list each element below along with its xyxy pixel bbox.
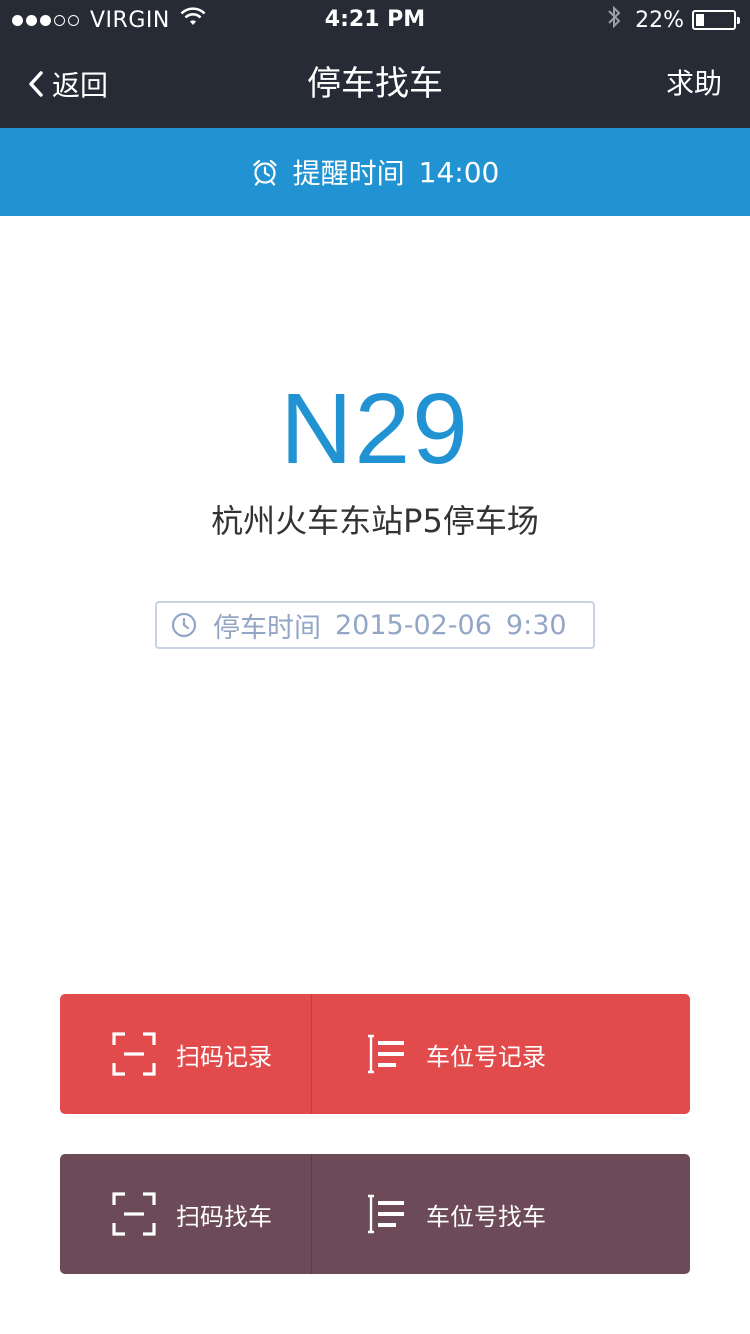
parking-spot-number: N29 [280, 373, 470, 485]
parking-time-label: 停车时间 [213, 612, 321, 644]
page-title: 停车找车 [307, 64, 443, 104]
reminder-label: 提醒时间 [292, 157, 405, 190]
battery-icon [692, 10, 740, 30]
alarm-clock-icon [251, 158, 279, 186]
scan-record-button[interactable]: 扫码记录 [60, 994, 311, 1114]
text-list-icon [364, 1193, 406, 1235]
clock-icon [171, 612, 197, 638]
spot-record-label: 车位号记录 [426, 1042, 546, 1071]
battery-percent: 22% [635, 7, 684, 33]
scan-icon [112, 1032, 156, 1076]
scan-find-label: 扫码找车 [176, 1202, 272, 1231]
nav-bar: 返回 停车找车 求助 [0, 40, 750, 128]
help-button[interactable]: 求助 [666, 40, 722, 128]
parking-lot-name: 杭州火车东站P5停车场 [211, 502, 539, 540]
reminder-bar[interactable]: 提醒时间 14:00 [0, 128, 750, 216]
spot-find-button[interactable]: 车位号找车 [312, 1154, 690, 1274]
bluetooth-icon [607, 5, 621, 35]
spot-find-label: 车位号找车 [426, 1202, 546, 1231]
scan-record-label: 扫码记录 [176, 1042, 272, 1071]
parking-time-badge: 停车时间 2015-02-06 9:30 [155, 601, 595, 649]
parking-date: 2015-02-06 [335, 609, 492, 641]
battery-area: 22% [607, 0, 740, 40]
parking-time: 9:30 [505, 609, 567, 641]
text-list-icon [364, 1033, 406, 1075]
spot-record-button[interactable]: 车位号记录 [312, 994, 690, 1114]
find-actions: 扫码找车 车位号找车 [60, 1154, 690, 1274]
scan-find-button[interactable]: 扫码找车 [60, 1154, 311, 1274]
battery-level [696, 14, 704, 26]
record-actions: 扫码记录 车位号记录 [60, 994, 690, 1114]
scan-icon [112, 1192, 156, 1236]
status-bar: VIRGIN 4:21 PM 22% [0, 0, 750, 40]
reminder-time: 14:00 [418, 155, 500, 189]
